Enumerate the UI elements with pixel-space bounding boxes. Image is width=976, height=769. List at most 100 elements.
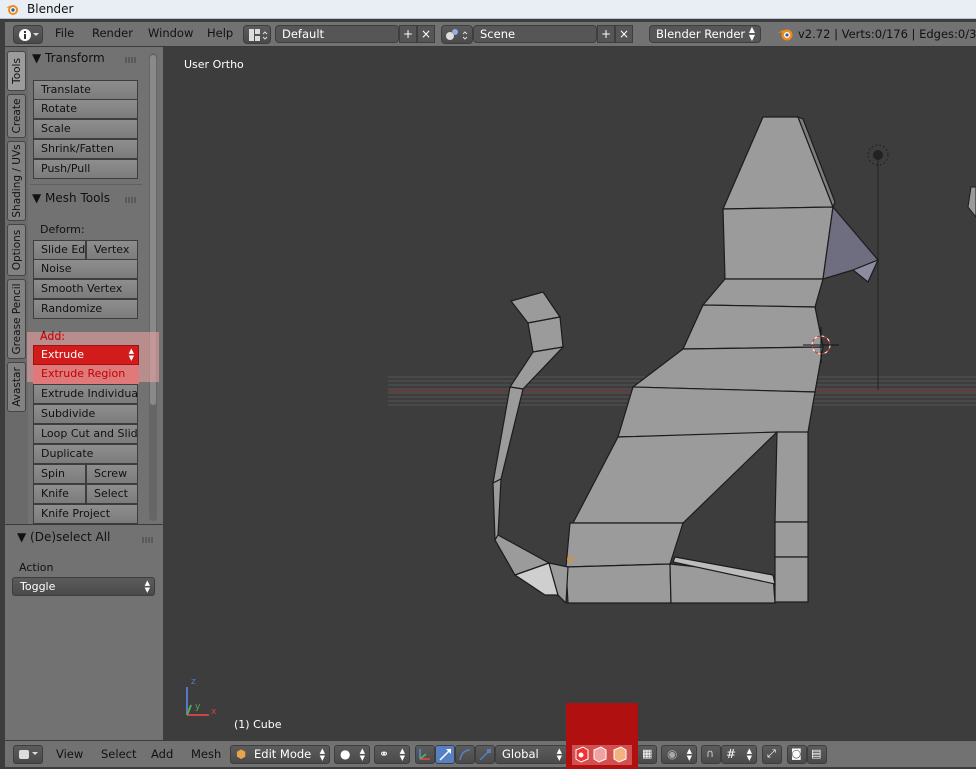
dropdown-arrows-icon: ▲▼: [686, 747, 692, 762]
edge-mode-icon: [593, 746, 607, 763]
menu-render[interactable]: Render: [92, 26, 133, 40]
dropdown-arrows-icon: ▲▼: [319, 747, 325, 762]
editor-type-button[interactable]: [13, 25, 43, 44]
translate-manipulator-button[interactable]: [435, 745, 455, 764]
axis-label-z: z: [191, 677, 196, 687]
push-pull-button[interactable]: Push/Pull: [33, 159, 138, 179]
translate-button[interactable]: Translate: [33, 80, 138, 100]
mode-dropdown[interactable]: ⬢ Edit Mode ▲ ▼: [230, 745, 330, 764]
proportional-editing-dropdown[interactable]: ◉ ▲ ▼: [661, 745, 697, 764]
select-mode-highlight: [566, 703, 638, 769]
knife-project-button[interactable]: Knife Project: [33, 504, 138, 524]
add-screen-button[interactable]: +: [399, 25, 417, 43]
tab-options[interactable]: Options: [7, 224, 26, 276]
deform-label: Deform:: [40, 223, 85, 236]
action-value: Toggle: [20, 580, 56, 593]
knife-button[interactable]: Knife: [33, 484, 86, 504]
arrow-icon: [439, 749, 451, 761]
rotate-icon: [459, 749, 471, 761]
add-scene-button[interactable]: +: [597, 25, 615, 43]
manipulator-toggle-button[interactable]: [415, 745, 435, 764]
tab-grease-pencil[interactable]: Grease Pencil: [7, 279, 26, 359]
proportional-icon: ◉: [667, 747, 678, 761]
manipulator-icon: [419, 749, 430, 760]
action-dropdown[interactable]: Toggle ▲ ▼: [12, 577, 155, 596]
menu-help[interactable]: Help: [207, 26, 233, 40]
scale-manipulator-button[interactable]: [475, 745, 495, 764]
editor-type-button[interactable]: [13, 745, 43, 764]
transform-orientation-dropdown[interactable]: Global ▲ ▼: [495, 745, 567, 764]
panel-grip-icon[interactable]: [125, 57, 137, 63]
mode-label: Edit Mode: [254, 747, 312, 761]
screen-layout-selector[interactable]: [243, 25, 271, 44]
screen-layout-field[interactable]: Default: [275, 25, 399, 43]
layout-grid-icon: [249, 29, 268, 41]
remove-scene-button[interactable]: ×: [615, 25, 633, 43]
shrink-fatten-button[interactable]: Shrink/Fatten: [33, 139, 138, 159]
dropdown-arrows-icon: ▲▼: [359, 747, 365, 762]
menu-window[interactable]: Window: [148, 26, 193, 40]
tab-avastar[interactable]: Avastar: [7, 362, 26, 412]
screw-button[interactable]: Screw: [86, 464, 138, 484]
snap-toggle-button[interactable]: ∩: [701, 745, 721, 764]
rotate-button[interactable]: Rotate: [33, 99, 138, 119]
render-opengl-button[interactable]: ◙: [787, 745, 807, 764]
scale-button[interactable]: Scale: [33, 119, 138, 139]
mesh-tools-panel-header[interactable]: ▼ Mesh Tools: [32, 191, 110, 205]
duplicate-button[interactable]: Duplicate: [33, 444, 138, 464]
3d-viewport[interactable]: User Ortho z y x (1) Cube: [163, 47, 976, 740]
menu-add[interactable]: Add: [151, 747, 173, 761]
noise-button[interactable]: Noise: [33, 259, 138, 279]
slide-vertex-button[interactable]: Vertex: [86, 240, 138, 260]
viewport-shading-dropdown[interactable]: ● ▲ ▼: [334, 745, 370, 764]
scene-selector[interactable]: [441, 25, 473, 44]
panel-grip-icon[interactable]: [125, 197, 137, 203]
magnet-icon: ∩: [706, 747, 715, 760]
orientation-label: Global: [502, 747, 539, 761]
smooth-vertex-button[interactable]: Smooth Vertex: [33, 279, 138, 299]
operator-panel-header[interactable]: ▼ (De)select All: [17, 530, 110, 544]
select-mode-icons: [572, 745, 632, 765]
vertex-mode-icon: [575, 746, 589, 763]
rotate-manipulator-button[interactable]: [455, 745, 475, 764]
transform-panel-header[interactable]: ▼ Transform: [32, 51, 105, 65]
tool-shelf-scrollbar[interactable]: [149, 53, 157, 521]
snap-grid-icon: #: [726, 747, 737, 761]
render-animation-button[interactable]: ▤: [807, 745, 827, 764]
info-header: File Render Window Help Default + × Scen…: [5, 22, 976, 47]
menu-mesh[interactable]: Mesh: [191, 747, 221, 761]
limit-selection-button[interactable]: ▦: [637, 745, 657, 764]
render-engine-label: Blender Render: [656, 27, 746, 41]
randomize-button[interactable]: Randomize: [33, 299, 138, 319]
axis-label-x: x: [211, 707, 217, 717]
loop-cut-button[interactable]: Loop Cut and Slide: [33, 424, 138, 444]
tab-create[interactable]: Create: [7, 94, 26, 138]
info-icon: [19, 29, 39, 41]
snap-element-dropdown[interactable]: # ▲ ▼: [721, 745, 757, 764]
dropdown-arrows-icon: ▲▼: [746, 747, 752, 762]
menu-file[interactable]: File: [55, 26, 74, 40]
spin-button[interactable]: Spin: [33, 464, 86, 484]
window-titlebar: Blender: [0, 0, 976, 19]
knife-select-button[interactable]: Select: [86, 484, 138, 504]
pivot-point-dropdown[interactable]: ⚭ ▲ ▼: [374, 745, 410, 764]
tool-shelf-tabs: Tools Create Shading / UVs Options Greas…: [5, 47, 29, 524]
tab-tools[interactable]: Tools: [7, 51, 26, 91]
render-engine-dropdown[interactable]: Blender Render ▲ ▼: [649, 25, 761, 43]
slide-edge-button[interactable]: Slide Ed: [33, 240, 86, 260]
cat-mesh: [492, 115, 880, 605]
operator-panel: ▼ (De)select All Action Toggle ▲ ▼: [5, 524, 163, 740]
pin-button[interactable]: ⤢: [762, 745, 782, 764]
tab-shading-uvs[interactable]: Shading / UVs: [7, 141, 26, 221]
blender-logo-icon: [6, 5, 18, 15]
mesh-scene: [186, 115, 976, 716]
menu-view[interactable]: View: [56, 747, 83, 761]
subdivide-button[interactable]: Subdivide: [33, 404, 138, 424]
menu-select[interactable]: Select: [101, 747, 136, 761]
remove-screen-button[interactable]: ×: [417, 25, 435, 43]
scene-field[interactable]: Scene: [473, 25, 597, 43]
solid-shading-icon: ●: [340, 747, 351, 761]
scene-icon: [446, 29, 468, 40]
extrude-individual-button[interactable]: Extrude Individual: [33, 384, 138, 404]
panel-grip-icon[interactable]: [142, 537, 154, 543]
